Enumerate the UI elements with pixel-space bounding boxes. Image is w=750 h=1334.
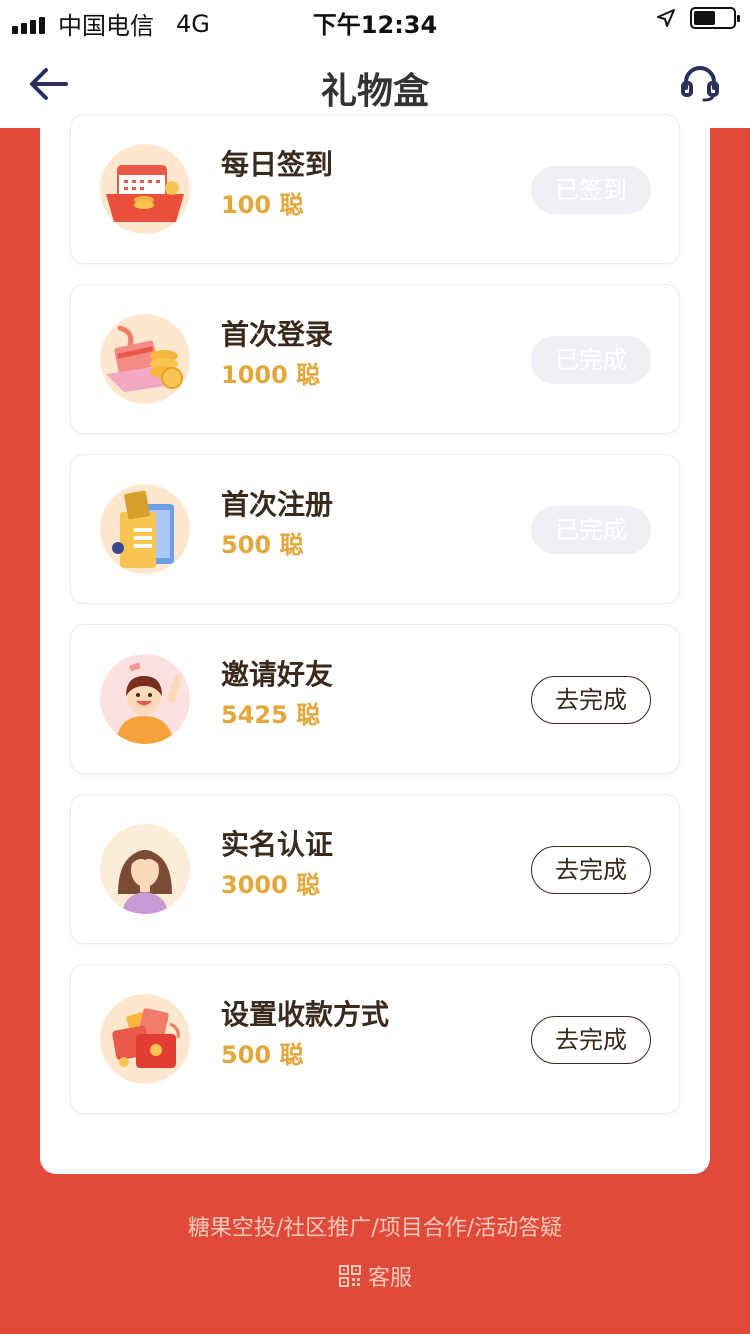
task-title: 每日签到 <box>221 148 334 181</box>
task-reward: 1000 聪 <box>221 361 321 389</box>
register-docs-icon <box>100 484 190 574</box>
task-card-real-name-verification: 实名认证 3000 聪 去完成 <box>70 794 680 944</box>
task-title: 设置收款方式 <box>221 998 390 1031</box>
avatar-woman-icon <box>100 824 190 914</box>
go-complete-button[interactable]: 去完成 <box>531 846 651 894</box>
task-title: 首次登录 <box>221 318 334 351</box>
status-bar: 中国电信 4G 下午12:34 <box>0 0 750 40</box>
happy-friend-icon <box>100 654 190 744</box>
calendar-coins-icon <box>100 144 190 234</box>
task-card-payment-method: 设置收款方式 500 聪 去完成 <box>70 964 680 1114</box>
location-arrow-icon <box>657 9 675 27</box>
task-card-first-register: 首次注册 500 聪 已完成 <box>70 454 680 604</box>
task-panel: 每日签到 100 聪 已签到 首次登录 1000 聪 已完成 首次注册 500 … <box>40 114 710 1174</box>
task-reward: 3000 聪 <box>221 871 321 899</box>
red-envelope-icon <box>100 994 190 1084</box>
task-reward: 500 聪 <box>221 531 304 559</box>
task-reward: 500 聪 <box>221 1041 304 1069</box>
arrow-left-icon[interactable] <box>26 62 72 106</box>
battery-level <box>694 11 715 25</box>
footer-links: 糖果空投/社区推广/项目合作/活动答疑 <box>187 1216 563 1241</box>
qrcode-icon <box>338 1265 361 1287</box>
task-card-invite-friends: 邀请好友 5425 聪 去完成 <box>70 624 680 774</box>
customer-service-label: 客服 <box>367 1266 412 1291</box>
task-card-first-login: 首次登录 1000 聪 已完成 <box>70 284 680 434</box>
task-title: 首次注册 <box>221 488 334 521</box>
checked-in-button[interactable]: 已签到 <box>531 166 651 214</box>
go-complete-button[interactable]: 去完成 <box>531 676 651 724</box>
customer-service-link[interactable]: 客服 <box>0 1260 750 1292</box>
task-reward: 100 聪 <box>221 191 304 219</box>
completed-button[interactable]: 已完成 <box>531 336 651 384</box>
page-title: 礼物盒 <box>320 71 429 112</box>
status-right <box>656 7 740 29</box>
task-card-daily-checkin: 每日签到 100 聪 已签到 <box>70 114 680 264</box>
card-coins-icon <box>100 314 190 404</box>
completed-button[interactable]: 已完成 <box>531 506 651 554</box>
status-time: 下午12:34 <box>312 11 438 39</box>
headset-icon[interactable] <box>680 64 720 104</box>
battery-icon <box>690 7 740 29</box>
go-complete-button[interactable]: 去完成 <box>531 1016 651 1064</box>
task-title: 邀请好友 <box>221 658 334 691</box>
task-title: 实名认证 <box>221 828 334 861</box>
task-reward: 5425 聪 <box>221 701 321 729</box>
